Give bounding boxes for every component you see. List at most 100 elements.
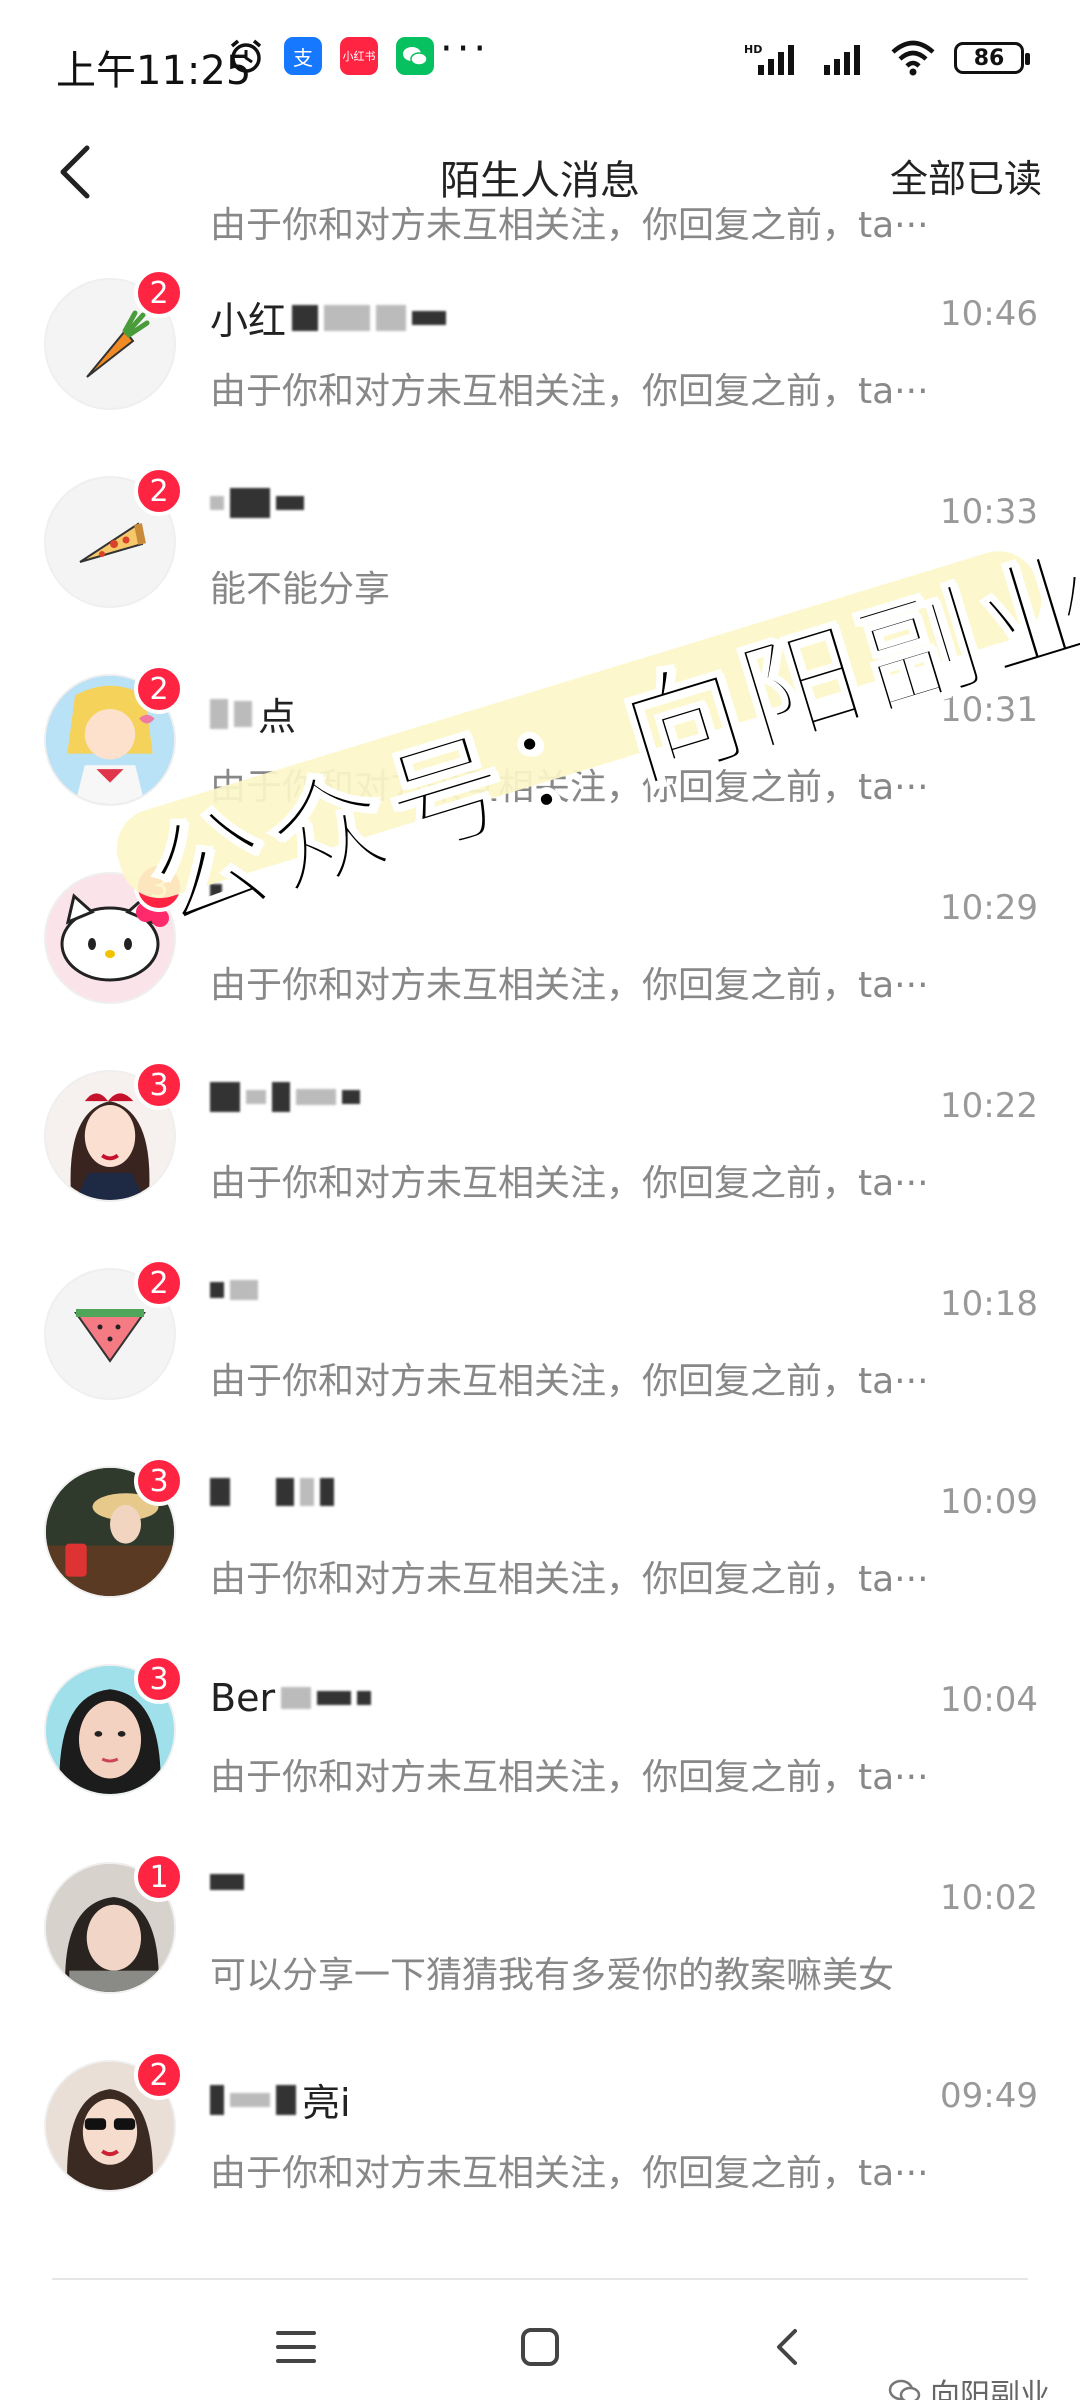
blurred-name bbox=[210, 1874, 244, 1890]
list-item[interactable]: 2 10:18 由于你和对方未互相关注，你回复之前，ta··· bbox=[0, 1240, 1080, 1438]
unread-badge: 2 bbox=[134, 268, 184, 318]
contact-name bbox=[210, 1082, 360, 1112]
contact-name bbox=[210, 1874, 244, 1890]
message-preview: 由于你和对方未互相关注，你回复之前，ta··· bbox=[210, 1361, 929, 1402]
list-item[interactable]: 3 10:22 由于你和对方未互相关注，你回复之前，ta··· bbox=[0, 1042, 1080, 1240]
contact-name bbox=[210, 1280, 258, 1300]
battery-indicator: 86 bbox=[954, 42, 1030, 74]
signal-hd-icon: HD bbox=[744, 43, 794, 75]
blurred-name bbox=[246, 1090, 266, 1104]
blurred-name bbox=[292, 304, 319, 331]
xiaohongshu-icon: 小红书 bbox=[340, 37, 378, 75]
blurred-name bbox=[234, 700, 252, 727]
contact-name bbox=[210, 1478, 334, 1506]
contact-name: 点 bbox=[210, 686, 296, 741]
unread-badge: 2 bbox=[134, 664, 184, 714]
contact-name-text: 点 bbox=[258, 695, 297, 739]
blurred-name bbox=[317, 1691, 352, 1705]
blurred-name bbox=[210, 496, 224, 510]
status-app-icons: 支 小红书 bbox=[226, 36, 434, 76]
blurred-name bbox=[276, 1478, 294, 1506]
unread-badge: 2 bbox=[134, 1258, 184, 1308]
blurred-name bbox=[210, 1282, 224, 1298]
blurred-name bbox=[412, 310, 447, 325]
blurred-name bbox=[281, 1687, 312, 1709]
divider bbox=[52, 2278, 1028, 2280]
message-time: 10:18 bbox=[940, 1284, 1038, 1324]
unread-badge: 2 bbox=[134, 466, 184, 516]
home-button[interactable] bbox=[500, 2312, 580, 2382]
blurred-name bbox=[272, 1082, 290, 1112]
contact-name-text: 小红 bbox=[210, 299, 287, 343]
message-time: 10:29 bbox=[940, 888, 1038, 928]
contact-name bbox=[210, 488, 304, 518]
carrot-icon bbox=[86, 310, 150, 378]
blurred-name bbox=[276, 2084, 296, 2115]
blurred-name bbox=[276, 496, 304, 510]
message-preview: 由于你和对方未互相关注，你回复之前，ta··· bbox=[210, 205, 929, 246]
contact-name-text: 亮i bbox=[302, 2081, 351, 2125]
message-preview: 可以分享一下猜猜我有多爱你的教案嘛美女 bbox=[210, 1955, 895, 1996]
pizza-icon bbox=[79, 522, 146, 563]
wifi-icon bbox=[891, 40, 935, 76]
message-preview: 由于你和对方未互相关注，你回复之前，ta··· bbox=[210, 1757, 929, 1798]
unread-badge: 3 bbox=[134, 1654, 184, 1704]
message-time: 10:09 bbox=[940, 1482, 1038, 1522]
network-label: HD bbox=[744, 43, 762, 56]
status-bar: 上午11:25 支 小红书 ··· HD 86 bbox=[0, 0, 1080, 120]
status-time: 上午11:25 bbox=[56, 48, 252, 94]
contact-name: 亮i bbox=[210, 2072, 351, 2127]
blurred-name bbox=[230, 1280, 258, 1300]
message-time: 10:22 bbox=[940, 1086, 1038, 1126]
alarm-icon bbox=[230, 39, 262, 73]
unread-badge: 3 bbox=[134, 1060, 184, 1110]
contact-name: 小红 bbox=[210, 290, 447, 345]
signal-icon bbox=[824, 45, 860, 75]
contact-name: Ber bbox=[210, 1676, 372, 1720]
battery-level: 86 bbox=[973, 45, 1005, 71]
menu-button[interactable] bbox=[256, 2312, 336, 2382]
blurred-name bbox=[210, 2084, 224, 2115]
unread-badge: 1 bbox=[134, 1852, 184, 1902]
home-square-icon bbox=[521, 2328, 559, 2366]
message-time: 09:49 bbox=[940, 2076, 1038, 2116]
contact-name-text: Ber bbox=[210, 1676, 276, 1720]
list-item[interactable]: 3 10:09 由于你和对方未互相关注，你回复之前，ta··· bbox=[0, 1438, 1080, 1636]
message-time: 10:02 bbox=[940, 1878, 1038, 1918]
list-item-partial[interactable]: 由于你和对方未互相关注，你回复之前，ta··· bbox=[0, 190, 1080, 250]
system-back-button[interactable] bbox=[746, 2312, 826, 2382]
message-time: 10:46 bbox=[940, 294, 1038, 334]
message-time: 10:04 bbox=[940, 1680, 1038, 1720]
blurred-name bbox=[230, 488, 270, 518]
status-more-icon: ··· bbox=[440, 26, 491, 72]
message-preview: 由于你和对方未互相关注，你回复之前，ta··· bbox=[210, 1163, 929, 1204]
list-item[interactable]: 3 Ber 10:04 由于你和对方未互相关注，你回复之前，ta··· bbox=[0, 1636, 1080, 1834]
message-preview: 由于你和对方未互相关注，你回复之前，ta··· bbox=[210, 2153, 929, 2194]
menu-icon bbox=[276, 2331, 316, 2363]
blurred-name bbox=[342, 1090, 360, 1104]
blurred-name bbox=[357, 1691, 372, 1705]
blurred-name bbox=[210, 1082, 240, 1112]
corner-watermark: 向阳副业 bbox=[888, 2370, 1050, 2400]
unread-badge: 2 bbox=[134, 2050, 184, 2100]
list-item[interactable]: 2 亮i 09:49 由于你和对方未互相关注，你回复之前，ta··· bbox=[0, 2032, 1080, 2230]
alipay-icon: 支 bbox=[284, 37, 322, 75]
wechat-icon bbox=[396, 37, 434, 75]
message-preview: 由于你和对方未互相关注，你回复之前，ta··· bbox=[210, 1559, 929, 1600]
xiaohongshu-icon-label: 小红书 bbox=[342, 50, 376, 63]
blurred-name bbox=[320, 1478, 334, 1506]
list-item[interactable]: 2 小红 10:46 由于你和对方未互相关注，你回复之前，ta··· bbox=[0, 250, 1080, 448]
unread-badge: 3 bbox=[134, 1456, 184, 1506]
message-preview: 能不能分享 bbox=[210, 569, 391, 610]
list-item[interactable]: 1 10:02 可以分享一下猜猜我有多爱你的教案嘛美女 bbox=[0, 1834, 1080, 2032]
wechat-official-icon bbox=[888, 2379, 921, 2400]
blurred-name bbox=[324, 304, 371, 331]
watermelon-icon bbox=[74, 1309, 146, 1363]
message-preview: 由于你和对方未互相关注，你回复之前，ta··· bbox=[210, 965, 929, 1006]
chevron-left-icon bbox=[777, 2329, 797, 2365]
blurred-name bbox=[300, 1478, 314, 1506]
message-preview: 由于你和对方未互相关注，你回复之前，ta··· bbox=[210, 371, 929, 412]
status-right-icons: HD 86 bbox=[744, 40, 1030, 76]
blurred-name bbox=[210, 1478, 230, 1506]
corner-watermark-text: 向阳副业 bbox=[930, 2378, 1050, 2400]
